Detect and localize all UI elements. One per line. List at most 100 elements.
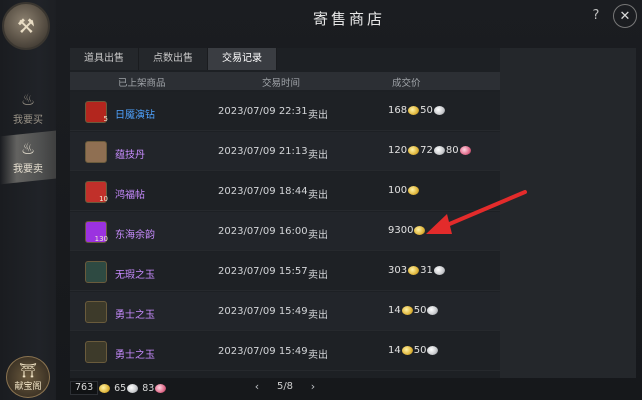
trade-price: 168 50 [388, 105, 446, 116]
silver-coin-icon [433, 106, 445, 115]
table-row[interactable]: 蕴技丹 2023/07/09 21:13 卖出 120 72 80 [70, 132, 500, 171]
tab-points-sale[interactable]: 点数出售 [139, 48, 208, 70]
item-icon [85, 141, 107, 163]
price-amount: 14 [388, 345, 401, 356]
pink-coin-icon [459, 146, 471, 155]
trade-type: 卖出 [308, 350, 328, 361]
price-amount: 9300 [388, 225, 414, 236]
header-price: 成交价 [392, 78, 421, 89]
item-name: 勇士之玉 [115, 310, 155, 321]
right-pane [500, 48, 636, 378]
close-icon: ✕ [619, 8, 631, 24]
rail-item-label: 献宝阁 [14, 381, 42, 392]
trade-time: 2023/07/09 22:31 [218, 106, 308, 117]
tab-item-sale[interactable]: 道具出售 [70, 48, 139, 70]
item-name: 勇士之玉 [115, 350, 155, 361]
help-button[interactable]: ? [588, 8, 604, 24]
trade-type: 卖出 [308, 150, 328, 161]
price-amount: 80 [445, 145, 459, 156]
tab-trade-records[interactable]: 交易记录 [208, 48, 277, 70]
silver-coin-icon [433, 266, 445, 275]
rail-item-buy[interactable]: ♨ 我要买 [4, 86, 52, 130]
item-name: 无瑕之玉 [115, 270, 155, 281]
item-icon [85, 301, 107, 323]
next-page-button[interactable]: › [306, 380, 320, 393]
pavilion-icon: ⛩ [19, 362, 37, 379]
currency-balance: 763 65 83 [70, 381, 167, 395]
table-row[interactable]: 5 日魇演钻 2023/07/09 22:31 卖出 168 50 [70, 92, 500, 131]
price-amount: 303 [388, 265, 408, 276]
gold-coin-icon [99, 383, 111, 393]
header-time: 交易时间 [262, 78, 301, 89]
item-name: 东海余韵 [115, 230, 155, 241]
trade-time: 2023/07/09 15:49 [218, 306, 308, 317]
prev-page-button[interactable]: ‹ [250, 380, 264, 393]
trade-type: 卖出 [308, 230, 328, 241]
item-icon: 130 [85, 221, 108, 243]
header-item: 已上架商品 [118, 78, 166, 89]
price-amount: 14 [388, 305, 401, 316]
trade-time: 2023/07/09 18:44 [218, 186, 308, 197]
trade-price: 14 50 [388, 305, 439, 316]
gold-coin-icon [408, 106, 420, 115]
price-amount: 100 [388, 185, 408, 196]
page-indicator: 5/8 [276, 381, 294, 392]
trade-price: 100 [388, 185, 420, 196]
item-name: 蕴技丹 [115, 150, 145, 161]
price-amount: 72 [420, 145, 433, 156]
price-amount: 31 [420, 265, 433, 276]
trade-price: 120 72 80 [388, 145, 472, 156]
item-name: 日魇演钻 [115, 110, 155, 121]
pink-balance: 83 [142, 382, 155, 394]
rail-item-sell[interactable]: ♨ 我要卖 [4, 135, 52, 179]
gold-balance: 763 [70, 381, 99, 395]
buy-icon: ♨ [20, 89, 36, 109]
pagination: ‹ 5/8 › [250, 380, 320, 393]
trade-type: 卖出 [308, 110, 328, 121]
consignment-window: 寄售商店 ? ✕ 道具出售 点数出售 交易记录 已上架商品 交易时间 成交价 5… [56, 0, 642, 400]
item-name: 鸿福帖 [115, 190, 145, 201]
table-row[interactable]: 勇士之玉 2023/07/09 15:49 卖出 14 50 [70, 332, 500, 371]
item-icon: 10 [85, 181, 108, 203]
gold-coin-icon [414, 226, 426, 235]
item-quantity: 130 [94, 235, 108, 243]
gold-coin-icon [408, 186, 420, 195]
silver-balance: 65 [114, 382, 127, 394]
trade-type: 卖出 [308, 270, 328, 281]
gold-coin-icon [401, 346, 413, 355]
item-icon [85, 341, 107, 363]
rail-item-treasure[interactable]: ⛩ 献宝阁 [6, 356, 50, 398]
trade-type: 卖出 [308, 310, 328, 321]
window-title: 寄售商店 [312, 10, 385, 28]
price-amount: 168 [388, 105, 408, 116]
table-row[interactable]: 勇士之玉 2023/07/09 15:49 卖出 14 50 [70, 292, 500, 331]
table-row[interactable]: 130 东海余韵 2023/07/09 16:00 卖出 9300 [70, 212, 500, 251]
table-row[interactable]: 10 鸿福帖 2023/07/09 18:44 卖出 100 [70, 172, 500, 211]
sell-icon: ♨ [20, 138, 36, 158]
item-icon: 5 [85, 101, 108, 123]
table-header: 已上架商品 交易时间 成交价 [70, 72, 500, 90]
close-button[interactable]: ✕ [613, 4, 637, 28]
price-amount: 120 [388, 145, 408, 156]
gold-coin-icon [408, 266, 420, 275]
shop-logo-icon: ⚒ [2, 2, 50, 50]
trade-price: 303 31 [388, 265, 446, 276]
footer: 763 65 83 ‹ 5/8 › [70, 378, 500, 398]
silver-coin-icon [433, 146, 445, 155]
item-icon [85, 261, 107, 283]
trade-price: 9300 [388, 225, 426, 236]
left-rail: ⚒ ♨ 我要买 ♨ 我要卖 ⛩ 献宝阁 [0, 0, 84, 400]
tab-bar: 道具出售 点数出售 交易记录 [70, 48, 277, 70]
silver-coin-icon [427, 346, 439, 355]
item-quantity: 5 [103, 115, 108, 123]
table-row[interactable]: 无瑕之玉 2023/07/09 15:57 卖出 303 31 [70, 252, 500, 291]
gold-coin-icon [408, 146, 420, 155]
trade-type: 卖出 [308, 190, 328, 201]
pink-coin-icon [155, 383, 167, 393]
price-amount: 50 [413, 305, 427, 316]
trade-time: 2023/07/09 21:13 [218, 146, 308, 157]
trade-price: 14 50 [388, 345, 439, 356]
rail-item-label: 我要买 [13, 114, 43, 126]
trade-time: 2023/07/09 15:49 [218, 346, 308, 357]
price-amount: 50 [413, 345, 427, 356]
